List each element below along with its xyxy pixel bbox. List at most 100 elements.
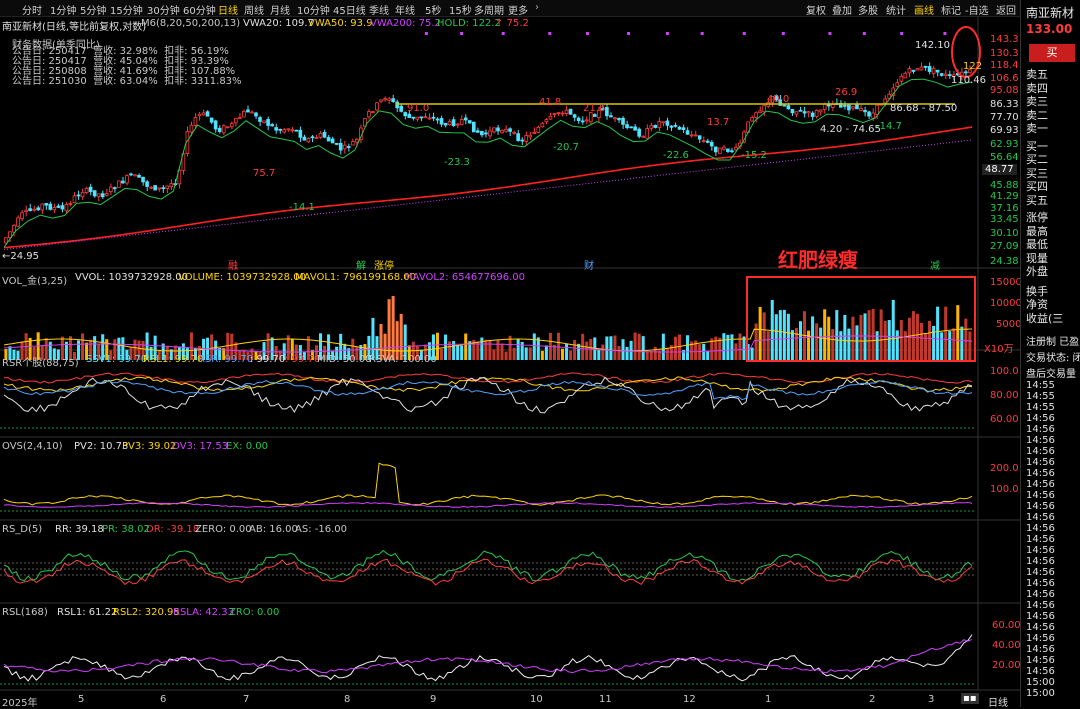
volume-bar <box>964 318 968 360</box>
signal-dot <box>828 32 832 35</box>
candle-body <box>8 231 12 238</box>
volume-bar <box>601 344 605 360</box>
x-axis-month: 1 <box>765 694 772 705</box>
candle-body <box>197 113 202 117</box>
candle-body <box>665 120 670 126</box>
peak-annotation: 91.0 <box>407 103 430 114</box>
high-annotation: 142.10 <box>915 40 950 51</box>
volume-bar <box>968 331 972 360</box>
volume-bar <box>492 349 496 360</box>
candle-body <box>718 147 722 155</box>
volume-bar <box>782 309 786 360</box>
trade-time: 14:56 <box>1026 501 1055 512</box>
volume-bar <box>673 336 677 360</box>
candle-body <box>564 109 569 114</box>
volume-bar <box>512 347 516 360</box>
candle-body <box>935 69 940 73</box>
price-y-tick: 24.38 <box>990 256 1019 267</box>
candle-body <box>544 119 549 123</box>
rsr-y-tick: 60.00 <box>990 414 1019 425</box>
candle-body <box>830 104 835 108</box>
side-stock-name[interactable]: 南亚新材 <box>1026 4 1074 21</box>
vwa200-label: VWA200: 75.2 <box>370 18 441 29</box>
candle-body <box>52 207 57 211</box>
price-y-tick: 95.08 <box>990 85 1019 96</box>
trade-time: 14:56 <box>1026 512 1055 523</box>
low-price-annotation: ←24.95 <box>2 251 40 262</box>
volume-bar <box>924 333 928 360</box>
candle-body <box>246 109 250 113</box>
volume-bar <box>835 310 839 360</box>
vol-indicator-title: VOL_金(3,25) <box>2 276 68 287</box>
volume-bar <box>621 339 625 360</box>
event-marker[interactable]: 解 <box>356 257 366 272</box>
candle-body <box>480 130 484 136</box>
volume-bar <box>750 347 754 360</box>
mid-label: MID: 50.00 <box>317 354 372 365</box>
x-axis-month: 9 <box>430 694 437 705</box>
scroll-handle-icon[interactable]: ▪▪ <box>961 693 979 704</box>
volume-bar <box>811 316 815 360</box>
price-y-tick: 86.33 <box>990 99 1019 110</box>
rsr-value4-label: : 99.70 <box>250 354 286 365</box>
event-marker[interactable]: 财 <box>584 257 594 272</box>
candle-body <box>455 123 460 126</box>
candle-body <box>250 111 254 114</box>
candle-body <box>161 187 166 190</box>
mavol1-line <box>3 328 973 352</box>
candle-body <box>488 130 492 137</box>
candle-body <box>625 124 629 129</box>
price-y-tick: 143.3 <box>990 34 1019 45</box>
volume-bar <box>637 333 641 360</box>
trade-time: 14:56 <box>1026 666 1055 677</box>
ssv1-label: SSV1: 99.70 <box>86 354 148 365</box>
drop-annotation: -23.3 <box>444 157 470 168</box>
candle-body <box>871 112 875 119</box>
volume-bar <box>895 330 899 360</box>
candle-body <box>193 117 198 126</box>
candle-body <box>657 121 662 128</box>
peak-annotation: 41.8 <box>539 97 562 108</box>
candle-body <box>282 129 287 133</box>
candle-body <box>12 225 16 233</box>
volume-bar <box>500 343 504 360</box>
candle-body <box>415 116 420 120</box>
mavol1-label: MAVOL1: 796199168.00 <box>295 272 417 283</box>
event-marker[interactable]: 涨停 <box>374 257 394 272</box>
volume-bar <box>665 347 669 360</box>
candle-body <box>274 127 278 131</box>
candle-body <box>754 112 758 118</box>
candle-body <box>451 119 456 127</box>
volume-bar <box>839 331 843 360</box>
candle-body <box>496 127 500 132</box>
candle-body <box>322 131 327 138</box>
event-marker[interactable]: 减 <box>930 257 940 272</box>
vwa-dotted-line <box>3 139 973 250</box>
event-marker[interactable]: 融 <box>228 257 238 272</box>
candle-body <box>326 137 331 142</box>
vvol-label: VVOL: 1039732928.00 <box>75 272 189 283</box>
candle-body <box>810 112 815 117</box>
ab-label: AB: 16.00 <box>249 524 298 535</box>
ovs-indicator-title: OVS(2,4,10) <box>2 441 63 452</box>
trade-time: 14:56 <box>1026 578 1055 589</box>
candle-body <box>572 114 577 118</box>
trade-time: 14:56 <box>1026 589 1055 600</box>
volume-bar <box>907 317 911 360</box>
close-annotation: 110.46 <box>951 75 986 86</box>
rsl-purple-line <box>3 638 973 674</box>
signal-dot <box>742 32 746 35</box>
volume-bar <box>794 328 798 360</box>
candle-body <box>923 65 928 68</box>
candle-body <box>915 68 920 71</box>
candle-body <box>88 186 93 192</box>
buy-button[interactable]: 买 <box>1029 44 1075 62</box>
candle-body <box>645 128 650 139</box>
price-y-tick: 106.6 <box>990 73 1019 84</box>
candle-body <box>371 111 375 114</box>
ovs-y-tick: 200.0 <box>990 463 1019 474</box>
trade-time: 15:00 <box>1026 688 1055 699</box>
rsl-white-line <box>3 634 973 682</box>
candle-body <box>621 117 625 125</box>
rsva-label: RSVA: 100.00 <box>369 354 437 365</box>
